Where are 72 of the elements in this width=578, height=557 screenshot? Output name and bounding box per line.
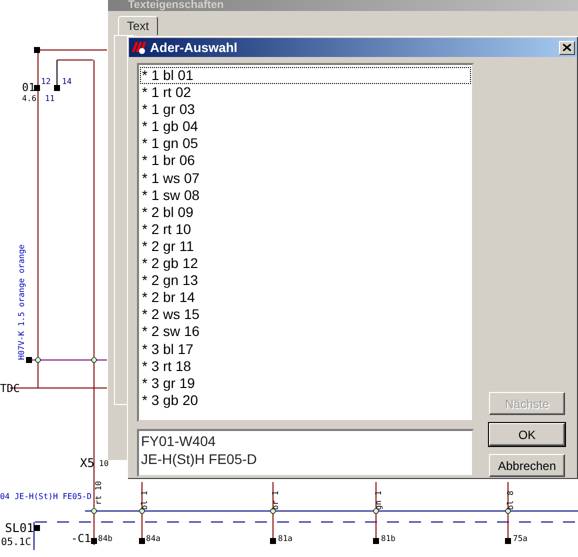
dialog-button[interactable]: OK [489, 423, 565, 446]
list-item[interactable]: * 3 gb 20 [140, 392, 471, 409]
wire-line [272, 482, 274, 540]
device-label: 75a [513, 534, 528, 543]
connection-point-icon [91, 357, 97, 363]
device-label: br 1 [271, 490, 280, 510]
list-item[interactable]: * 2 gr 11 [140, 238, 471, 256]
device-label: bl 1 [140, 490, 149, 510]
list-item[interactable]: * 1 gn 05 [140, 135, 471, 152]
device-label: 81a [278, 534, 292, 543]
list-item[interactable]: * 3 rt 18 [140, 358, 471, 375]
list-item[interactable]: * 2 gn 13 [140, 272, 471, 290]
list-item[interactable]: * 1 rt 02 [140, 84, 471, 102]
terminal-icon [139, 538, 145, 544]
info-line: JE-H(St)H FE05-D [141, 450, 258, 468]
terminal-icon [505, 538, 511, 544]
connection-point-icon [139, 508, 145, 514]
device-label: SL01 [5, 521, 34, 535]
list-item[interactable]: * 2 bl 09 [140, 204, 471, 221]
list-item[interactable]: * 1 ws 07 [140, 170, 471, 187]
window-title: Texteigenschaften [108, 0, 578, 11]
terminal-icon [34, 85, 40, 91]
terminal-icon [34, 525, 40, 531]
connection-point-icon [270, 508, 276, 514]
terminal-icon [54, 85, 60, 91]
device-label: 84b [98, 534, 112, 543]
close-button[interactable] [559, 40, 575, 54]
dialog-title: Ader-Auswahl [150, 38, 238, 57]
terminal-icon [91, 538, 97, 544]
list-item[interactable]: * 3 gr 19 [140, 374, 471, 392]
cable-label: H07V-K 1.5 orange orange [17, 244, 26, 360]
connection-point-icon [35, 357, 41, 363]
contact-line [56, 60, 58, 86]
terminal-icon [373, 538, 379, 544]
device-label: 05.1C [1, 537, 32, 548]
device-label: 4.6 [22, 94, 36, 103]
terminal-icon [270, 538, 276, 544]
pin-number: 11 [45, 94, 55, 103]
app-logo-icon [131, 40, 147, 55]
list-item[interactable]: * 3 bl 17 [140, 340, 471, 358]
list-item[interactable]: * 2 sw 16 [140, 323, 471, 340]
connection-point-icon [505, 508, 511, 514]
list-item[interactable]: * 1 br 06 [140, 152, 471, 170]
device-label: TDC [0, 382, 20, 395]
list-item[interactable]: * 1 sw 08 [140, 186, 471, 204]
tab[interactable]: Text [118, 16, 158, 35]
device-label: 10 [99, 459, 109, 468]
device-label: X5 [80, 456, 94, 470]
device-label: bl 8 [506, 490, 515, 510]
list-item[interactable]: * 1 bl 01 [140, 67, 471, 84]
device-label: 81b [381, 534, 396, 543]
device-label: -C1 [71, 532, 91, 545]
cable-label: 04 JE-H(St)H FE05-D [0, 492, 92, 501]
pin-number: 14 [62, 77, 72, 86]
list-item[interactable]: * 1 gr 03 [140, 101, 471, 118]
list-item[interactable]: * 2 rt 10 [140, 220, 471, 238]
device-label: gn 1 [374, 490, 383, 510]
dialog-button[interactable]: Abbrechen [489, 454, 565, 477]
device-label: rt 10 [94, 480, 103, 505]
terminal-icon [34, 47, 40, 53]
terminal-icon [26, 357, 32, 363]
connection-point-icon [91, 508, 97, 514]
close-icon [563, 44, 571, 51]
list-item[interactable]: * 1 gb 04 [140, 118, 471, 136]
list-item[interactable]: * 2 ws 15 [140, 306, 471, 324]
list-item[interactable]: * 2 br 14 [140, 289, 471, 306]
pin-number: 12 [41, 77, 51, 86]
device-label: 01 [22, 81, 36, 94]
info-line: FY01-W404 [141, 432, 217, 450]
connection-point-icon [373, 508, 379, 514]
device-label: 84a [146, 534, 160, 543]
list-item[interactable]: * 2 gb 12 [140, 255, 471, 272]
